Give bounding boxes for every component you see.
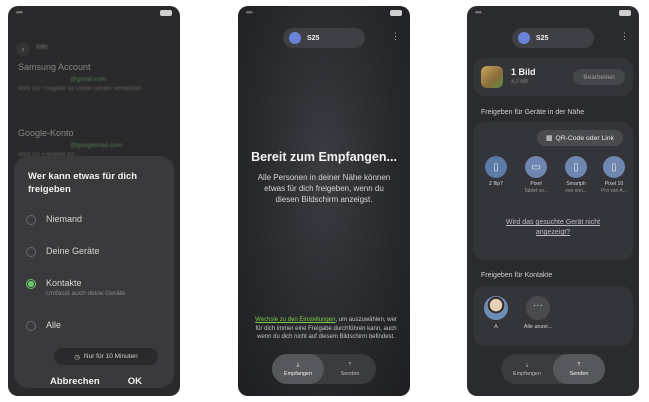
time-limit-chip[interactable]: ◷ Nur für 10 Minuten [54, 348, 158, 365]
page-title: Info [36, 44, 48, 51]
avatar [484, 296, 508, 320]
tablet-icon: ▭ [525, 156, 547, 178]
more-horiz-icon: ··· [526, 296, 550, 320]
shared-item-card: 1 Bild 4,2 MB Bearbeiten [473, 58, 633, 96]
status-bar: ▪▪▪ [8, 6, 180, 20]
battery-icon [390, 10, 402, 16]
contacts-card: A ··· Alle anzei... [473, 286, 633, 346]
account-desc: Wird zur Freigabe für Deine Geräte verwe… [18, 86, 142, 92]
option-contacts[interactable]: Kontakte Umfasst auch deine Geräte [26, 278, 125, 297]
option-label: Alle [46, 320, 62, 330]
account-email: @gmail.com [70, 76, 107, 83]
option-sublabel: Umfasst auch deine Geräte [46, 290, 126, 297]
tab-label: Empfangen [512, 370, 542, 377]
upload-icon: ⤒ [577, 361, 581, 368]
upload-icon: ⤒ [348, 361, 352, 368]
tab-label: Senden [340, 370, 360, 377]
item-title: 1 Bild [511, 67, 536, 77]
qr-code-button[interactable]: ▦ QR-Code oder Link [537, 130, 623, 146]
back-arrow-icon[interactable]: ‹ [16, 42, 30, 56]
device-chip[interactable]: S25 [283, 28, 365, 48]
phone-icon: ▯ [565, 156, 587, 178]
radio-button[interactable] [26, 247, 36, 257]
contact-item[interactable]: A [479, 296, 513, 330]
tab-label: Empfangen [283, 370, 313, 377]
battery-icon [619, 10, 631, 16]
user-icon [289, 32, 301, 44]
share-permission-dialog: Wer kann etwas für dich freigeben Nieman… [14, 156, 174, 388]
download-icon: ⤓ [296, 361, 300, 368]
download-icon: ⤓ [525, 361, 529, 368]
phone-sharing-settings: ▪▪▪ ‹ Info Samsung Account @gmail.com Wi… [8, 6, 180, 396]
ok-button[interactable]: OK [128, 376, 142, 387]
item-size: 4,2 MB [511, 79, 529, 85]
contact-name: A [494, 324, 498, 330]
nearby-devices-card: ▦ QR-Code oder Link ▯ Z flip7 ▭ Pixel Ta… [473, 122, 633, 260]
phone-ready-to-receive: ▪▪▪ S25 ⋮ Bereit zum Empfangen... Alle P… [238, 6, 410, 396]
edit-button[interactable]: Bearbeiten [573, 69, 625, 85]
option-everyone[interactable]: Alle [26, 320, 61, 331]
device-chip[interactable]: S25 [512, 28, 594, 48]
phone-icon: ▯ [485, 156, 507, 178]
cancel-button[interactable]: Abbrechen [50, 376, 100, 387]
battery-icon [160, 10, 172, 16]
qr-code-label: QR-Code oder Link [555, 134, 614, 142]
settings-link[interactable]: Wechsle zu den Einstellungen [255, 317, 335, 323]
device-item-sub: one von... [565, 187, 587, 194]
tab-label: Senden [569, 370, 589, 377]
tab-receive[interactable]: ⤓ Empfangen [501, 354, 553, 384]
time-limit-label: Nur für 10 Minuten [83, 353, 138, 360]
status-bar: ▪▪▪ [467, 6, 639, 20]
section-title-contacts: Freigeben für Kontakte [481, 272, 553, 279]
status-bar: ▪▪▪ [238, 6, 410, 20]
radio-button[interactable] [26, 215, 36, 225]
settings-hint: Wechsle zu den Einstellungen, um auszuwä… [252, 316, 400, 342]
section-title-nearby: Freigeben für Geräte in der Nähe [481, 109, 585, 116]
device-item[interactable]: ▯ Pixel 10 Pro von A... [595, 156, 633, 194]
show-all-contacts[interactable]: ··· Alle anzei... [521, 296, 555, 330]
device-item[interactable]: ▭ Pixel Tablet vo... [517, 156, 555, 194]
user-icon [518, 32, 530, 44]
option-nobody[interactable]: Niemand [26, 214, 82, 225]
option-label: Kontakte [46, 278, 82, 288]
dialog-title: Wer kann etwas für dich freigeben [28, 171, 138, 195]
tab-send[interactable]: ⤒ Senden [324, 354, 376, 384]
bottom-navigation: ⤓ Empfangen ⤒ Senden [272, 354, 376, 384]
option-my-devices[interactable]: Deine Geräte [26, 246, 100, 257]
ready-description: Alle Personen in deiner Nähe können etwa… [257, 173, 391, 204]
device-item[interactable]: ▯ Smartph one von... [557, 156, 595, 194]
ready-title: Bereit zum Empfangen... [251, 150, 397, 164]
qr-code-icon: ▦ [546, 135, 553, 142]
option-label: Deine Geräte [46, 246, 100, 256]
clock-icon: ◷ [74, 353, 80, 361]
contact-name: Alle anzei... [523, 324, 553, 330]
device-name: S25 [536, 34, 549, 42]
phone-icon: ▯ [603, 156, 625, 178]
phone-send-screen: ▪▪▪ S25 ⋮ 1 Bild 4,2 MB Bearbeiten Freig… [467, 6, 639, 396]
tab-send[interactable]: ⤒ Senden [553, 354, 605, 384]
device-item-name: Z flip7 [488, 181, 504, 187]
device-item[interactable]: ▯ Z flip7 [477, 156, 515, 188]
more-vert-icon[interactable]: ⋮ [391, 32, 400, 41]
radio-button-selected[interactable] [26, 279, 36, 289]
bottom-navigation: ⤓ Empfangen ⤒ Senden [501, 354, 605, 384]
option-label: Niemand [46, 214, 83, 224]
device-missing-link[interactable]: Wird das gesuchte Gerät nicht angezeigt? [473, 218, 633, 238]
device-item-sub: Tablet vo... [523, 187, 549, 194]
account-name[interactable]: Samsung Account [18, 62, 91, 72]
more-vert-icon[interactable]: ⋮ [620, 32, 629, 41]
device-name: S25 [307, 34, 320, 42]
radio-button[interactable] [26, 321, 36, 331]
tab-receive[interactable]: ⤓ Empfangen [272, 354, 324, 384]
image-thumbnail [481, 66, 503, 88]
account-name[interactable]: Google-Konto [18, 128, 74, 138]
account-email: @googlemail.com [70, 142, 123, 149]
device-item-sub: Pro von A... [601, 187, 627, 194]
